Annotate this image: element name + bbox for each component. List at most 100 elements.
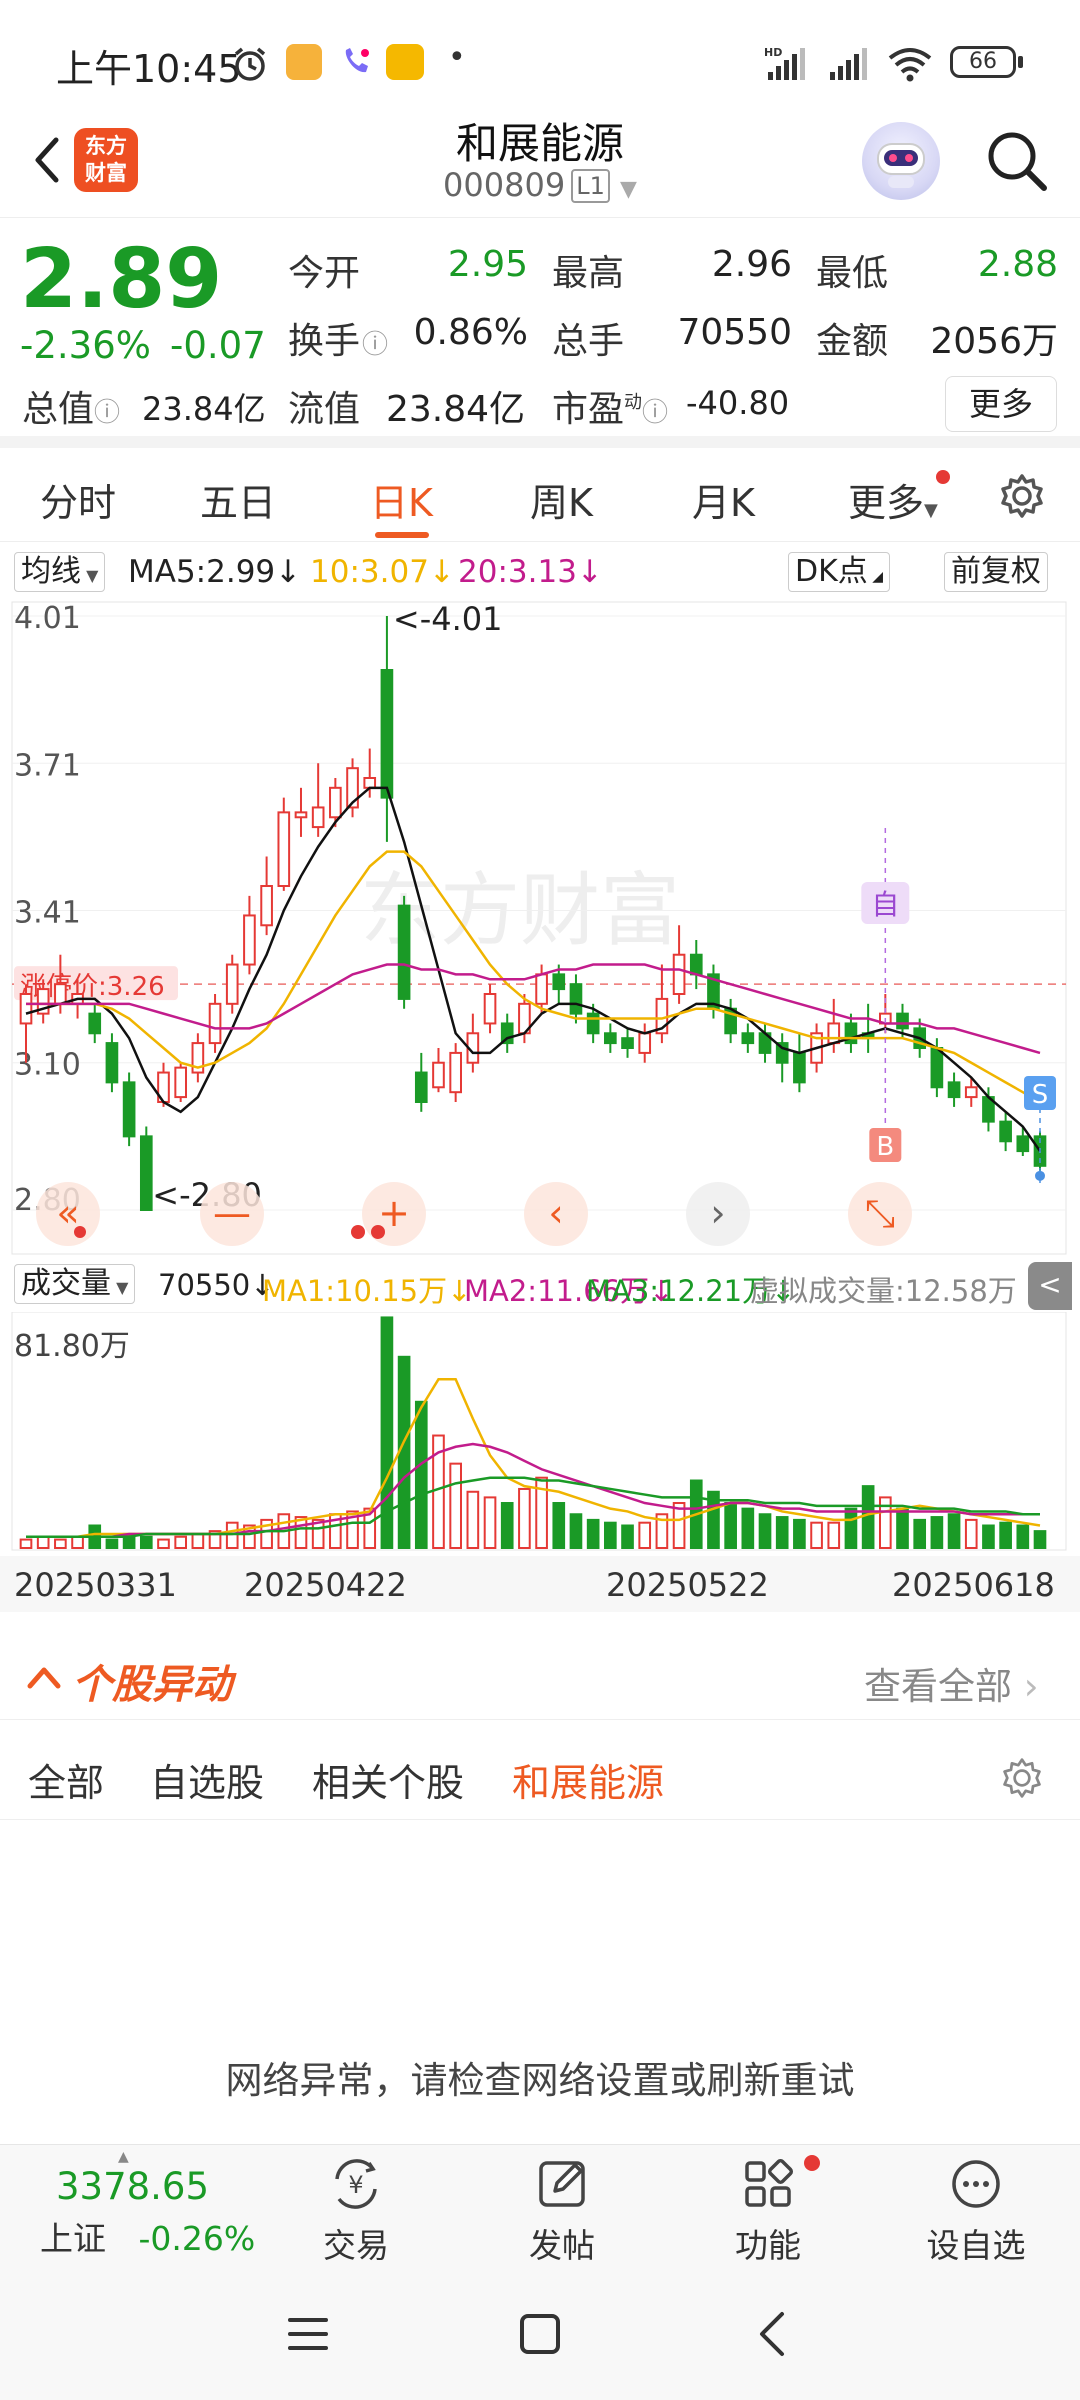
candle-body — [225, 963, 239, 1005]
wifi-icon — [888, 48, 932, 82]
settings-gear-icon[interactable] — [998, 472, 1046, 520]
fullscreen-icon[interactable]: ⤡ — [848, 1182, 912, 1246]
volume-bar — [930, 1516, 944, 1550]
movers-tab-this-stock[interactable]: 和展能源 — [512, 1752, 664, 1807]
system-nav-bar — [0, 2268, 1080, 2400]
kline-svg: 东方财富 4.013.713.413.102.80涨停价:3.26 <-4.01… — [11, 600, 1067, 1255]
volume-bar — [500, 1502, 514, 1549]
scroll-left-icon[interactable]: ‹ — [524, 1182, 588, 1246]
caret-down-icon: ▼ — [620, 177, 637, 202]
candle-body — [122, 1081, 136, 1138]
dk-point-selector[interactable]: DK点 ◢ — [788, 552, 890, 592]
candle-body — [397, 904, 411, 1000]
candle-body — [174, 1066, 188, 1099]
nav-post[interactable]: 发帖 — [502, 2155, 622, 2267]
svg-text:¥: ¥ — [348, 2171, 363, 2199]
battery-icon: 66 — [950, 46, 1016, 78]
info-icon[interactable]: ⓘ — [94, 398, 120, 428]
volume-bar — [225, 1521, 239, 1550]
candle-body — [208, 1002, 222, 1045]
candle-body — [999, 1120, 1012, 1143]
volume-bar — [621, 1524, 634, 1550]
movers-tab-all[interactable]: 全部 — [28, 1752, 104, 1807]
rewind-icon[interactable]: « — [36, 1182, 100, 1246]
ma-indicator-bar: 均线 ▼ MA5:2.99↓ 10:3.07↓ 20:3.13↓ DK点 ◢ 前… — [0, 548, 1080, 598]
movers-settings-gear-icon[interactable] — [1000, 1756, 1044, 1800]
volume-text: 70550 — [158, 1268, 251, 1302]
low-label: 最低 — [816, 253, 889, 294]
candle-body — [380, 669, 394, 799]
open-label: 今开 — [288, 253, 361, 294]
volume-bar — [827, 1521, 841, 1550]
date-label: 20250618 — [892, 1566, 1055, 1604]
stock-header: 东方 财富 和展能源 000809 L1 ▼ — [0, 110, 1080, 218]
info-icon[interactable]: ⓘ — [642, 398, 668, 428]
volume-selector-label: 成交量 — [21, 1266, 111, 1301]
zoom-in-icon[interactable]: + — [362, 1182, 426, 1246]
volume-bar — [604, 1521, 617, 1550]
pe-label: 市盈动ⓘ — [552, 380, 668, 432]
volume-value: 70550 — [677, 312, 792, 353]
amount-value: 2056万 — [930, 321, 1058, 362]
kline-chart[interactable]: 东方财富 4.013.713.413.102.80涨停价:3.26 <-4.01… — [0, 598, 1080, 1258]
candle-body — [105, 1042, 119, 1084]
candle-body — [638, 1032, 652, 1054]
volume-chart[interactable]: 81.80万 — [0, 1311, 1080, 1552]
more-quote-button[interactable]: 更多 — [945, 376, 1057, 432]
movers-tab-watchlist[interactable]: 自选股 — [150, 1752, 264, 1807]
tab-more[interactable]: 更多▼ — [848, 472, 938, 527]
caret-down-icon: ▼ — [111, 1278, 129, 1297]
index-ticker[interactable]: ▲ 3378.65 上证 -0.26% — [40, 2149, 260, 2260]
search-button[interactable] — [982, 126, 1052, 196]
battery-tip — [1018, 56, 1023, 68]
stock-code: 000809 — [443, 166, 566, 204]
vol-ma1-text: MA1:10.15万 — [262, 1274, 448, 1308]
candle-body — [19, 993, 33, 1025]
scroll-left-icon-glyph: ‹ — [548, 1191, 563, 1235]
chevron-up-icon[interactable] — [26, 1662, 62, 1692]
nav-add-watchlist[interactable]: 设自选 — [916, 2155, 1036, 2267]
volume-bar — [36, 1535, 50, 1549]
volume-bar — [105, 1538, 119, 1549]
volume-bar — [964, 1518, 978, 1550]
nav-trade[interactable]: ¥ 交易 — [296, 2155, 416, 2267]
volume-bar — [552, 1502, 566, 1549]
tab-weekly-k[interactable]: 周K — [530, 472, 593, 527]
tab-monthly-k[interactable]: 月K — [692, 472, 755, 527]
tab-daily-k[interactable]: 日K — [370, 472, 433, 527]
tab-five-day[interactable]: 五日 — [200, 472, 276, 527]
back-triangle-icon[interactable] — [754, 2310, 790, 2358]
scroll-right-icon-glyph: › — [710, 1191, 725, 1235]
assistant-robot-avatar[interactable] — [862, 122, 940, 200]
candle-body — [896, 1012, 909, 1030]
caret-down-icon: ◢ — [867, 569, 883, 585]
buy-marker: B — [876, 1132, 894, 1162]
menu-icon[interactable] — [286, 2314, 330, 2354]
scroll-right-icon[interactable]: › — [686, 1182, 750, 1246]
candle-body — [483, 993, 497, 1025]
info-icon[interactable]: ⓘ — [362, 330, 388, 360]
low-value: 2.88 — [977, 244, 1058, 285]
nav-post-label: 发帖 — [529, 2226, 595, 2265]
caret-down-icon: ▼ — [81, 566, 99, 585]
ma20-text: 20:3.13 — [458, 554, 577, 590]
candle-body — [54, 983, 67, 1005]
nav-functions[interactable]: 功能 — [708, 2155, 828, 2267]
active-tab-indicator — [375, 532, 429, 538]
movers-tab-related[interactable]: 相关个股 — [312, 1752, 464, 1807]
volume-bar — [397, 1355, 411, 1549]
volume-selector[interactable]: 成交量 ▼ — [14, 1264, 136, 1304]
zoom-out-icon[interactable]: — — [200, 1182, 264, 1246]
volume-bar — [999, 1521, 1012, 1550]
candle-body — [947, 1081, 961, 1099]
view-all-link[interactable]: 查看全部 › — [864, 1656, 1039, 1710]
adjust-selector[interactable]: 前复权 — [944, 552, 1048, 592]
home-square-icon[interactable] — [518, 2312, 562, 2356]
candle-body — [277, 811, 291, 887]
ma-selector[interactable]: 均线 ▼ — [14, 552, 106, 592]
tab-intraday[interactable]: 分时 — [40, 472, 116, 527]
volume-bar — [174, 1535, 188, 1549]
volume-bar — [19, 1538, 33, 1549]
collapse-panel-button[interactable]: < — [1028, 1262, 1072, 1310]
mktcap-label-text: 总值 — [22, 389, 95, 430]
